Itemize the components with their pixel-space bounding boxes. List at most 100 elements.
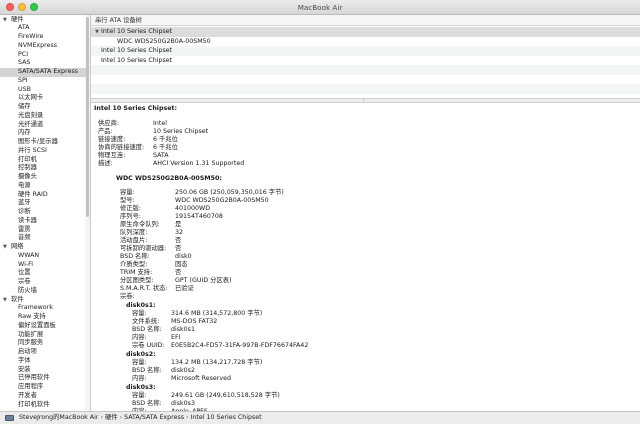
detail-text: 314.6 MB (314,572,800 字节) [171,309,263,317]
sidebar-item[interactable]: SPI [18,77,28,86]
sidebar-item[interactable]: NVMExpress [18,42,57,51]
detail-text: 链接速度: [98,135,126,143]
breadcrumb-item[interactable]: 硬件 [105,414,118,421]
sidebar-item[interactable]: 同步服务 [18,339,43,348]
tree-row-label: WDC WDS250G2B0A-00SM50 [117,37,211,45]
computer-icon [5,415,14,421]
sidebar-item[interactable]: FireWire [18,33,43,42]
sidebar-item[interactable]: 开发者 [18,392,37,401]
disclosure-triangle-icon[interactable]: ▼ [3,243,11,252]
sidebar-item[interactable]: 打印机 [18,156,37,165]
sidebar-item-label: 位置 [18,269,31,277]
sidebar-item[interactable]: 读卡器 [18,217,37,226]
detail-text: TRIM 支持: [120,268,153,276]
breadcrumb-separator-icon: › [100,414,103,421]
sidebar-item-label: 打印机软件 [18,400,50,408]
detail-text: 401000WD [175,204,211,212]
sidebar-item[interactable]: 控制器 [18,164,37,173]
tree-row[interactable]: WDC WDS250G2B0A-00SM50 [91,37,640,47]
sidebar-item-label: NVMExpress [18,41,58,49]
detail-heading: disk0s2: [126,350,156,358]
sidebar-item[interactable]: 摄像头 [18,173,37,182]
detail-text: disk0 [175,252,192,260]
detail-text: 产品: [98,127,113,135]
breadcrumb-separator-icon: › [119,414,123,421]
sidebar-item[interactable]: 打印机软件 [18,401,49,410]
tree-row[interactable]: ▼ Intel 10 Series Chipset [91,27,640,37]
sidebar-item-label: 安装 [18,365,31,373]
sidebar-item[interactable]: 光纤通道 [18,121,43,130]
detail-text: MS-DOS FAT32 [171,317,218,325]
detail-text: 是 [175,220,182,228]
sidebar-category[interactable]: ▼ 网络 [3,243,24,252]
breadcrumb-item[interactable]: Intel 10 Series Chipset [191,414,262,421]
sidebar-item[interactable]: 图形卡/显示器 [18,138,58,147]
sidebar-item-label: 内存 [18,129,31,137]
sidebar-item[interactable]: 硬件 RAID [18,191,48,200]
detail-text: Intel [153,119,167,127]
sidebar-item[interactable]: 内存 [18,129,31,138]
detail-text: E0E5B2C4-FD57-31FA-997B-FDF76674FA42 [171,341,309,349]
sidebar-item[interactable]: 字体 [18,357,31,366]
sidebar-item[interactable]: 安装 [18,366,31,375]
sidebar-item[interactable]: 雷雳 [18,226,31,235]
sidebar-item[interactable]: SAS [18,59,30,68]
sidebar-item[interactable]: 防火墙 [18,287,37,296]
sidebar-item-label: 宗卷 [18,278,31,285]
sidebar-item-label: 硬件 [11,15,24,23]
detail-text: 6 千兆位 [153,143,178,151]
sidebar-item[interactable]: 光盘刻录 [18,112,43,121]
sidebar-item[interactable]: 诊断 [18,208,31,217]
sidebar-item[interactable]: 蓝牙 [18,199,31,208]
sidebar-item-label: 防火墙 [18,286,37,294]
detail-text: 修正版: [120,204,142,212]
sidebar-item[interactable]: 宗卷 [18,278,31,287]
sidebar-item-label: 硬件 RAID [18,190,48,198]
sidebar-item[interactable]: 并行 SCSI [18,147,47,156]
detail-heading: WDC WDS250G2B0A-00SM50: [116,174,222,182]
detail-text: 容量: [132,358,147,366]
sidebar-item[interactable]: PCI [18,51,28,60]
sidebar-item[interactable]: 电源 [18,182,31,191]
detail-heading: disk0s3: [126,383,156,391]
breadcrumb-item[interactable]: SteveJrong的MacBook Air [19,414,98,421]
sidebar-item-label: 字体 [18,356,31,364]
sidebar-item[interactable]: Raw 支持 [18,313,46,322]
sidebar-scroll-thumb[interactable] [86,17,89,217]
detail-text: 序列号: [120,212,142,220]
breadcrumb-item[interactable]: SATA/SATA Express [124,414,184,421]
detail-text: BSD 名称: [120,252,150,260]
sidebar-item[interactable]: 位置 [18,269,31,278]
sidebar-item[interactable]: 应用程序 [18,383,43,392]
sidebar-item[interactable]: 储存 [18,103,31,112]
sidebar-item[interactable]: 音频 [18,234,31,243]
sidebar-item[interactable]: 功能扩展 [18,331,43,340]
sidebar-item[interactable]: WWAN [18,252,39,261]
detail-text: 文件系统: [132,317,160,325]
tree-row[interactable]: Intel 10 Series Chipset [91,46,640,56]
sidebar-item-label: 打印机 [18,155,37,163]
sidebar-item[interactable]: USB [18,86,31,95]
sidebar-item[interactable]: 偏好设置面板 [18,322,56,331]
sidebar-item[interactable]: 以太网卡 [18,94,43,103]
sidebar-item-label: 启动项 [18,348,37,355]
sidebar-item-label: 电源 [18,181,31,189]
detail-text: 容量: [132,391,147,399]
sidebar-category[interactable]: ▼ 硬件 [3,16,24,25]
sidebar-item-label: 光盘刻录 [18,111,44,119]
detail-text: 宗卷: [120,292,135,300]
tree-column-header[interactable]: 串行 ATA 设备树 [91,15,640,26]
disclosure-triangle-icon[interactable]: ▼ [3,296,11,305]
tree-row[interactable]: Intel 10 Series Chipset [91,56,640,66]
sidebar-item-selected[interactable]: SATA/SATA Express [0,68,86,77]
sidebar-item-label: 音频 [18,234,31,242]
sidebar-item[interactable]: Wi-Fi [18,261,33,270]
sidebar-item[interactable]: ATA [18,24,29,33]
sidebar-item[interactable]: Framework [18,304,53,313]
device-tree: ▼ Intel 10 Series Chipset WDC WDS250G2B0A-… [91,26,640,98]
sidebar-item[interactable]: 启动项 [18,348,37,357]
sidebar-category[interactable]: ▼ 软件 [3,296,24,305]
sidebar-item[interactable]: 已停用软件 [18,374,49,383]
sidebar-item-label: Wi-Fi [18,260,34,268]
disclosure-triangle-icon[interactable]: ▼ [3,16,11,25]
